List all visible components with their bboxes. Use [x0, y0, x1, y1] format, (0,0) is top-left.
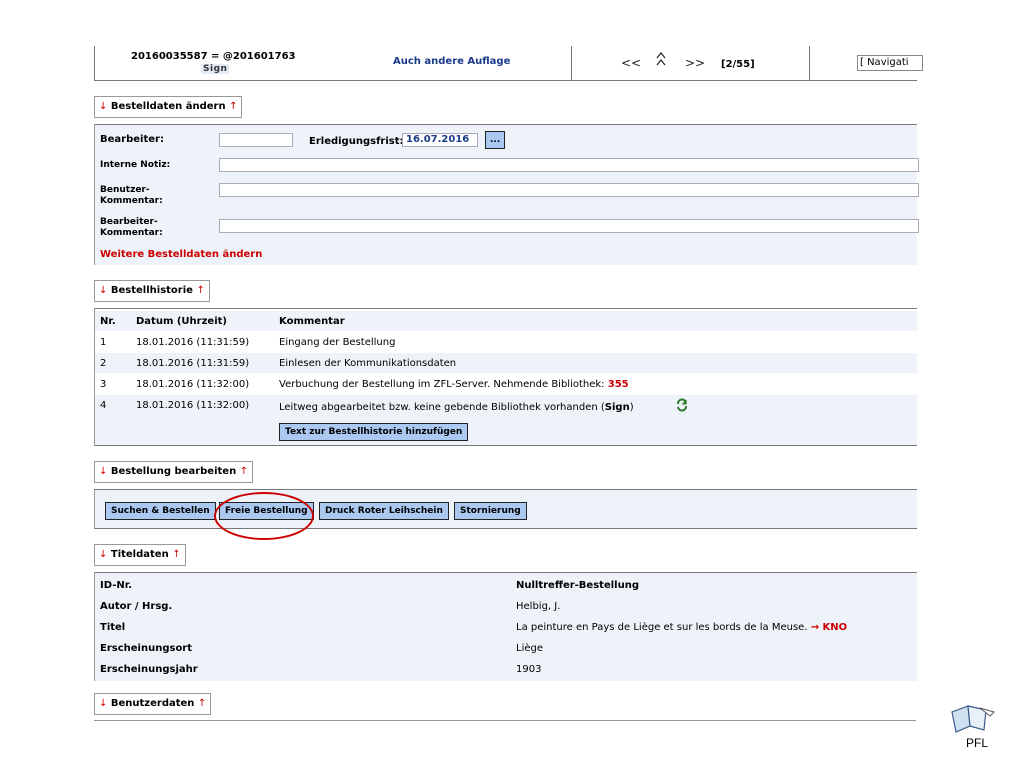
editor-comment-input[interactable] — [219, 219, 919, 233]
deadline-value: 16.07.2016 — [406, 134, 470, 145]
navigation-select[interactable]: [ Navigati — [857, 55, 923, 71]
expand-arrow-icon: ↑ — [197, 698, 207, 709]
user-comment-input[interactable] — [219, 183, 919, 197]
order-number: 20160035587 = @201601763 — [131, 51, 296, 62]
internal-note-label: Interne Notiz: — [100, 160, 171, 170]
print-red-slip-button[interactable]: Druck Roter Leihschein — [319, 502, 449, 520]
divider — [94, 720, 916, 721]
deadline-input[interactable]: 16.07.2016 — [402, 133, 478, 147]
table-row: 4 18.01.2016 (11:32:00) Leitweg abgearbe… — [95, 395, 917, 445]
title-data-row: ID-Nr. Nulltreffer-Bestellung — [100, 580, 639, 591]
deadline-label: Erledigungsfrist: — [309, 136, 404, 147]
section-toggle-history[interactable]: ↓ Bestellhistorie ↑ — [94, 280, 210, 302]
section-toggle-edit-order[interactable]: ↓ Bestellung bearbeiten ↑ — [94, 461, 254, 483]
expand-arrow-icon: ↑ — [229, 101, 238, 112]
history-table: Nr. Datum (Uhrzeit) Kommentar 1 18.01.20… — [94, 308, 917, 446]
title-data-row: Autor / Hrsg. Helbig, J. — [100, 601, 561, 612]
section-title: Benutzerdaten — [110, 698, 195, 709]
title-data-row: Erscheinungsort Liège — [100, 643, 544, 654]
collapse-arrow-icon: ↓ — [99, 285, 108, 296]
divider — [809, 46, 810, 80]
expand-arrow-icon: ↑ — [239, 466, 249, 477]
add-history-text-button[interactable]: Text zur Bestellhistorie hinzufügen — [279, 423, 469, 441]
section-title: Bestellhistorie — [110, 285, 193, 296]
table-header: Nr. Datum (Uhrzeit) Kommentar — [95, 311, 917, 331]
column-header: Nr. — [100, 316, 116, 327]
section-title: Titeldaten — [110, 549, 169, 560]
collapse-arrow-icon: ↓ — [99, 549, 108, 560]
up-arrow-icon[interactable] — [655, 50, 667, 72]
title-data-row: Erscheinungsjahr 1903 — [100, 664, 542, 675]
collapse-arrow-icon: ↓ — [99, 466, 108, 477]
expand-arrow-icon: ↑ — [172, 549, 181, 560]
previous-record-button[interactable]: << — [621, 56, 641, 70]
section-toggle-order-data[interactable]: ↓ Bestelldaten ändern ↑ — [94, 96, 243, 118]
section-title: Bestelldaten ändern — [110, 101, 226, 112]
table-row: 3 18.01.2016 (11:32:00) Verbuchung der B… — [100, 379, 629, 390]
collapse-arrow-icon: ↓ — [99, 101, 108, 112]
collapse-arrow-icon: ↓ — [99, 698, 108, 709]
editor-label: Bearbeiter: — [100, 134, 164, 145]
kno-link[interactable]: → KNO — [811, 622, 847, 633]
divider — [571, 46, 572, 80]
other-edition-link[interactable]: Auch andere Auflage — [393, 56, 510, 67]
column-header: Kommentar — [279, 316, 345, 327]
title-data-row: Titel La peinture en Pays de Liège et su… — [100, 622, 848, 633]
internal-note-input[interactable] — [219, 158, 919, 172]
title-data-panel: ID-Nr. Nulltreffer-Bestellung Autor / Hr… — [94, 572, 917, 681]
cancel-order-button[interactable]: Stornierung — [454, 502, 527, 520]
library-id: 355 — [607, 379, 629, 390]
record-counter: [2/55] — [721, 59, 755, 70]
expand-arrow-icon: ↑ — [196, 285, 205, 296]
table-row: 2 18.01.2016 (11:31:59) Einlesen der Kom… — [95, 353, 917, 373]
next-record-button[interactable]: >> — [685, 56, 705, 70]
column-header: Datum (Uhrzeit) — [136, 316, 227, 327]
editor-input[interactable] — [219, 133, 293, 147]
date-picker-button[interactable]: ... — [485, 131, 506, 149]
table-row: 1 18.01.2016 (11:31:59) Eingang der Best… — [100, 337, 396, 348]
section-title: Bestellung bearbeiten — [110, 466, 237, 477]
search-and-order-button[interactable]: Suchen & Bestellen — [105, 502, 216, 520]
refresh-icon[interactable] — [675, 398, 689, 415]
order-data-panel: Bearbeiter: Erledigungsfrist: 16.07.2016… — [94, 124, 919, 265]
highlight-circle — [214, 492, 314, 540]
user-comment-label: Benutzer- Kommentar: — [100, 185, 163, 206]
section-toggle-title-data[interactable]: ↓ Titeldaten ↑ — [94, 544, 186, 566]
more-order-data-link[interactable]: Weitere Bestelldaten ändern — [100, 249, 262, 260]
sign-badge: Sign — [201, 64, 230, 74]
pfl-logo-text: PFL — [966, 736, 989, 750]
section-toggle-user-data[interactable]: ↓ Benutzerdaten ↑ — [94, 693, 212, 715]
editor-comment-label: Bearbeiter- Kommentar: — [100, 217, 163, 238]
record-header-bar: 20160035587 = @201601763 Sign Auch ander… — [94, 46, 923, 81]
